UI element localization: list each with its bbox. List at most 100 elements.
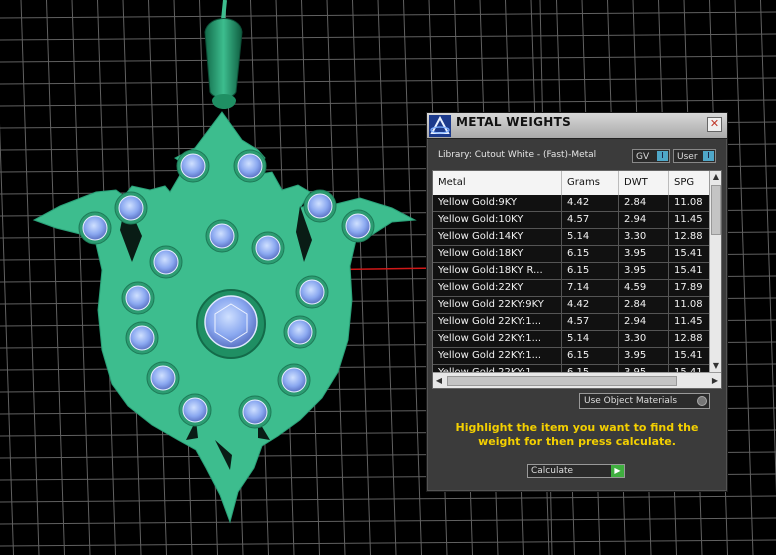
user-toggle[interactable]: User I: [673, 149, 716, 163]
gemstone: [182, 397, 208, 423]
column-header-grams[interactable]: Grams: [562, 171, 619, 195]
grid-line: [760, 0, 776, 494]
spg-cell: 11.45: [674, 316, 703, 327]
spg-cell: 15.41: [674, 248, 703, 259]
dwt-cell: 3.95: [619, 263, 669, 279]
grid-line: [377, 0, 397, 555]
grid-line: [0, 99, 776, 107]
gemstone: [307, 193, 333, 219]
gemstone: [125, 285, 151, 311]
column-header-spg[interactable]: SPG: [669, 171, 709, 195]
metal-cell: Yellow Gold:10KY: [433, 212, 562, 228]
grid-line: [0, 11, 776, 19]
table-body: Yellow Gold:9KY 4.42 2.84 11.08 Yellow Gold:…: [433, 195, 709, 382]
metal-cell: Yellow Gold 22KY:1...: [433, 331, 562, 347]
table-row[interactable]: Yellow Gold 22KY:1... 5.14 3.30 12.88: [433, 331, 709, 348]
table-row[interactable]: Yellow Gold:9KY 4.42 2.84 11.08: [433, 195, 709, 212]
use-object-materials-toggle[interactable]: Use Object Materials: [579, 393, 710, 409]
gemstone: [255, 235, 281, 261]
gemstone: [345, 213, 371, 239]
dwt-cell: 3.95: [619, 348, 669, 364]
grid-line: [352, 0, 371, 555]
table-row[interactable]: Yellow Gold:10KY 4.57 2.94 11.45: [433, 212, 709, 229]
grams-cell: 5.14: [562, 229, 619, 245]
gemstone: [180, 153, 206, 179]
spg-cell: 12.88: [674, 231, 703, 242]
table-row[interactable]: Yellow Gold:22KY 7.14 4.59 17.89: [433, 280, 709, 297]
close-button[interactable]: ✕: [707, 117, 722, 132]
gemstone: [281, 367, 307, 393]
calculate-button[interactable]: Calculate ▶: [527, 464, 625, 478]
gemstone: [129, 325, 155, 351]
gemstone: [118, 195, 144, 221]
grams-cell: 4.57: [562, 314, 619, 330]
table-row[interactable]: Yellow Gold:14KY 5.14 3.30 12.88: [433, 229, 709, 246]
metal-cell: Yellow Gold:22KY: [433, 280, 562, 296]
table-row[interactable]: Yellow Gold:18KY R... 6.15 3.95 15.41: [433, 263, 709, 280]
dwt-cell: 3.95: [619, 246, 669, 262]
metal-cell: Yellow Gold:18KY R...: [433, 263, 562, 279]
gv-toggle-label: GV: [636, 152, 650, 162]
grid-line: [734, 0, 754, 555]
column-header-dwt[interactable]: DWT: [619, 171, 669, 195]
grams-cell: 6.15: [562, 348, 619, 364]
gv-toggle[interactable]: GV I: [632, 149, 670, 163]
grams-cell: 4.57: [562, 212, 619, 228]
dwt-cell: 4.59: [619, 280, 669, 296]
dwt-cell: 3.30: [619, 331, 669, 347]
table-row[interactable]: Yellow Gold:18KY 6.15 3.95 15.41: [433, 246, 709, 263]
instruction-text: Highlight the item you want to find the …: [455, 421, 699, 448]
metal-cell: Yellow Gold 22KY:1...: [433, 314, 562, 330]
calculate-label: Calculate: [531, 466, 574, 476]
metal-weights-panel: METAL WEIGHTS ✕ Library: Cutout White - …: [426, 112, 728, 492]
spg-cell: 15.41: [674, 265, 703, 276]
table-row[interactable]: Yellow Gold 22KY:1... 4.57 2.94 11.45: [433, 314, 709, 331]
gemstone: [209, 223, 235, 249]
spg-cell: 11.08: [674, 197, 703, 208]
grams-cell: 4.42: [562, 195, 619, 211]
dwt-cell: 2.94: [619, 314, 669, 330]
vertical-scroll-thumb[interactable]: [711, 185, 721, 235]
spg-cell: 17.89: [674, 282, 703, 293]
table-row[interactable]: Yellow Gold 22KY:9KY 4.42 2.84 11.08: [433, 297, 709, 314]
grid-line: [0, 495, 776, 503]
scroll-left-icon[interactable]: ◀: [433, 373, 445, 388]
scroll-right-icon[interactable]: ▶: [709, 373, 721, 388]
column-header-metal[interactable]: Metal: [433, 171, 562, 195]
radio-icon: [697, 396, 707, 406]
grid-line: [0, 55, 776, 63]
scroll-down-icon[interactable]: ▼: [710, 360, 721, 372]
app-logo-icon: [429, 115, 451, 137]
pendant-model: [32, 0, 417, 524]
grid-line: [0, 77, 776, 85]
dwt-cell: 3.30: [619, 229, 669, 245]
spg-cell: 11.08: [674, 299, 703, 310]
grams-cell: 4.42: [562, 297, 619, 313]
horizontal-scrollbar[interactable]: ◀ ▶: [433, 372, 721, 388]
grid-line: [403, 0, 422, 555]
vertical-scrollbar[interactable]: ▲ ▼: [709, 171, 721, 372]
metal-cell: Yellow Gold:14KY: [433, 229, 562, 245]
gemstone: [82, 215, 108, 241]
dwt-cell: 2.94: [619, 212, 669, 228]
metal-table: Metal Grams DWT SPG Yellow Gold:9KY 4.42 2…: [432, 170, 722, 389]
metal-cell: Yellow Gold 22KY:9KY: [433, 297, 562, 313]
dwt-cell: 2.84: [619, 297, 669, 313]
table-header: Metal Grams DWT SPG: [433, 171, 709, 195]
grams-cell: 6.15: [562, 263, 619, 279]
grid-line: [0, 539, 776, 547]
spg-cell: 12.88: [674, 333, 703, 344]
spg-cell: 15.41: [674, 350, 703, 361]
spg-cell: 11.45: [674, 214, 703, 225]
gemstone: [299, 279, 325, 305]
panel-titlebar[interactable]: METAL WEIGHTS ✕: [427, 113, 727, 139]
horizontal-scroll-thumb[interactable]: [447, 376, 677, 386]
grams-cell: 6.15: [562, 246, 619, 262]
play-icon: ▶: [611, 465, 624, 477]
grid-line: [0, 517, 776, 525]
gemstone: [242, 399, 268, 425]
grams-cell: 7.14: [562, 280, 619, 296]
scroll-up-icon[interactable]: ▲: [710, 171, 721, 183]
gemstone: [150, 365, 176, 391]
table-row[interactable]: Yellow Gold 22KY:1...6.153.95 15.41: [433, 348, 709, 365]
